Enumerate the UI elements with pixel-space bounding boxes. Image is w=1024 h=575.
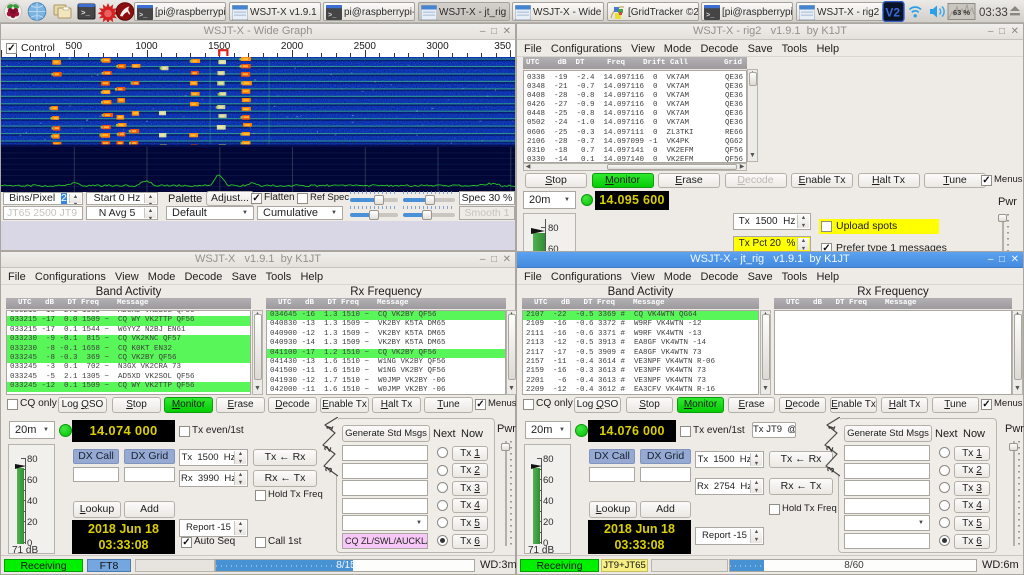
svg-text:>_: >_ xyxy=(139,12,148,20)
svg-text:>_: >_ xyxy=(328,12,337,20)
svg-text:V2: V2 xyxy=(885,6,900,20)
svg-text:63 %: 63 % xyxy=(953,8,970,17)
svg-text:03:33: 03:33 xyxy=(979,7,1008,19)
svg-text:>_: >_ xyxy=(706,12,715,20)
svg-text:>_: >_ xyxy=(81,10,91,18)
